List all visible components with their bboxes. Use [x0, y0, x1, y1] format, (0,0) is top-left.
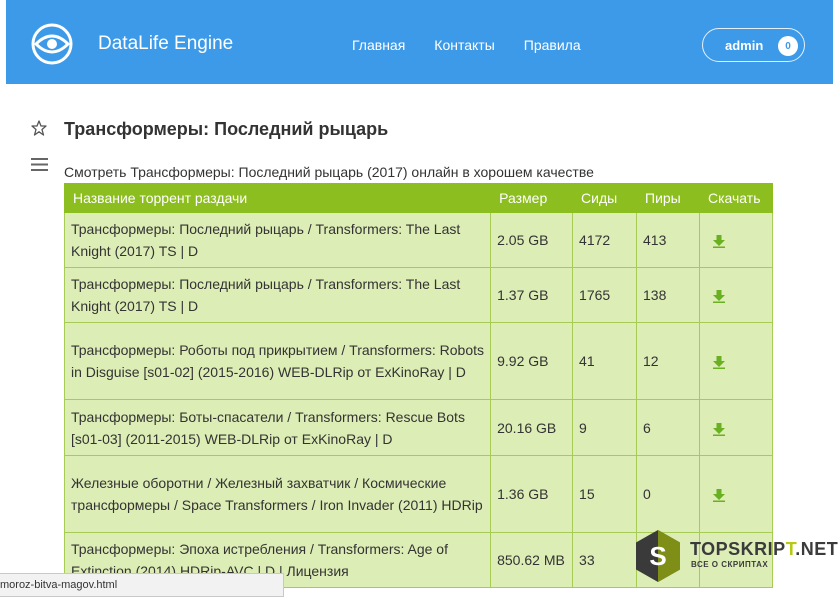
topskript-watermark: S TOPSKRIPT.NET ВСЕ О СКРИПТАХ [634, 529, 838, 585]
torrent-seeds: 15 [572, 455, 638, 533]
torrent-seeds: 9 [572, 399, 638, 456]
header-download: Скачать [698, 183, 774, 213]
table-row: Трансформеры: Боты-спасатели / Transform… [63, 399, 774, 456]
notification-badge: 0 [778, 36, 798, 56]
torrent-peers: 413 [636, 212, 700, 268]
download-arrow-icon[interactable] [712, 422, 726, 436]
page-subtitle: Смотреть Трансформеры: Последний рыцарь … [64, 164, 594, 180]
torrent-size: 850.62 MB [490, 532, 574, 588]
download-arrow-icon[interactable] [712, 355, 726, 370]
browser-status-bar: moroz-bitva-magov.html [0, 573, 284, 597]
download-arrow-icon[interactable] [712, 289, 726, 304]
nav-home[interactable]: Главная [352, 37, 405, 53]
header-size: Размер [490, 183, 574, 213]
header-peers: Пиры [636, 183, 700, 213]
table-header-row: Название торрент раздачи Размер Сиды Пир… [63, 183, 774, 213]
site-header: DataLife Engine Главная Контакты Правила… [6, 0, 833, 84]
torrent-seeds: 41 [572, 322, 638, 400]
user-name: admin [725, 38, 764, 53]
torrent-size: 9.92 GB [490, 322, 574, 400]
download-cell [698, 212, 774, 268]
logo-text[interactable]: DataLife Engine [98, 33, 233, 55]
nav-contacts[interactable]: Контакты [434, 37, 494, 53]
torrent-name[interactable]: Трансформеры: Последний рыцарь / Transfo… [63, 267, 492, 323]
table-row: Трансформеры: Последний рыцарь / Transfo… [63, 267, 774, 323]
torrent-size: 2.05 GB [490, 212, 574, 268]
torrent-peers: 0 [636, 455, 700, 533]
torrent-seeds: 1765 [572, 267, 638, 323]
download-cell [698, 399, 774, 456]
torrent-name[interactable]: Трансформеры: Роботы под прикрытием / Tr… [63, 322, 492, 400]
watermark-title-end: .NET [795, 539, 839, 559]
watermark-title-main: TOPSKRIP [690, 539, 786, 559]
torrent-size: 1.36 GB [490, 455, 574, 533]
eye-logo-icon[interactable] [30, 22, 74, 66]
page-title: Трансформеры: Последний рыцарь [64, 119, 389, 139]
download-cell [698, 267, 774, 323]
user-menu-button[interactable]: admin 0 [702, 28, 805, 62]
download-cell [698, 322, 774, 400]
table-row: Трансформеры: Последний рыцарь / Transfo… [63, 212, 774, 268]
header-seeds: Сиды [572, 183, 638, 213]
torrent-size: 1.37 GB [490, 267, 574, 323]
watermark-title-accent: T [785, 539, 796, 559]
download-arrow-icon[interactable] [712, 234, 726, 249]
hamburger-menu-icon[interactable] [31, 157, 48, 172]
star-icon[interactable] [31, 120, 47, 136]
watermark-title: TOPSKRIPT.NET [690, 539, 838, 560]
torrent-table: Название торрент раздачи Размер Сиды Пир… [63, 183, 774, 588]
torrent-peers: 12 [636, 322, 700, 400]
torrent-peers: 138 [636, 267, 700, 323]
watermark-subtitle: ВСЕ О СКРИПТАХ [691, 560, 769, 569]
torrent-peers: 6 [636, 399, 700, 456]
table-row: Железные оборотни / Железный захватчик /… [63, 455, 774, 533]
torrent-name[interactable]: Трансформеры: Последний рыцарь / Transfo… [63, 212, 492, 268]
torrent-seeds: 4172 [572, 212, 638, 268]
header-name: Название торрент раздачи [63, 183, 492, 213]
topskript-badge-icon: S [636, 530, 680, 582]
table-row: Трансформеры: Роботы под прикрытием / Tr… [63, 322, 774, 400]
torrent-seeds: 33 [572, 532, 638, 588]
badge-letter: S [649, 541, 666, 571]
nav-rules[interactable]: Правила [524, 37, 581, 53]
torrent-name[interactable]: Трансформеры: Боты-спасатели / Transform… [63, 399, 492, 456]
download-cell [698, 455, 774, 533]
main-nav: Главная Контакты Правила [352, 37, 581, 53]
torrent-size: 20.16 GB [490, 399, 574, 456]
torrent-name[interactable]: Железные оборотни / Железный захватчик /… [63, 455, 492, 533]
download-arrow-icon[interactable] [712, 488, 726, 503]
